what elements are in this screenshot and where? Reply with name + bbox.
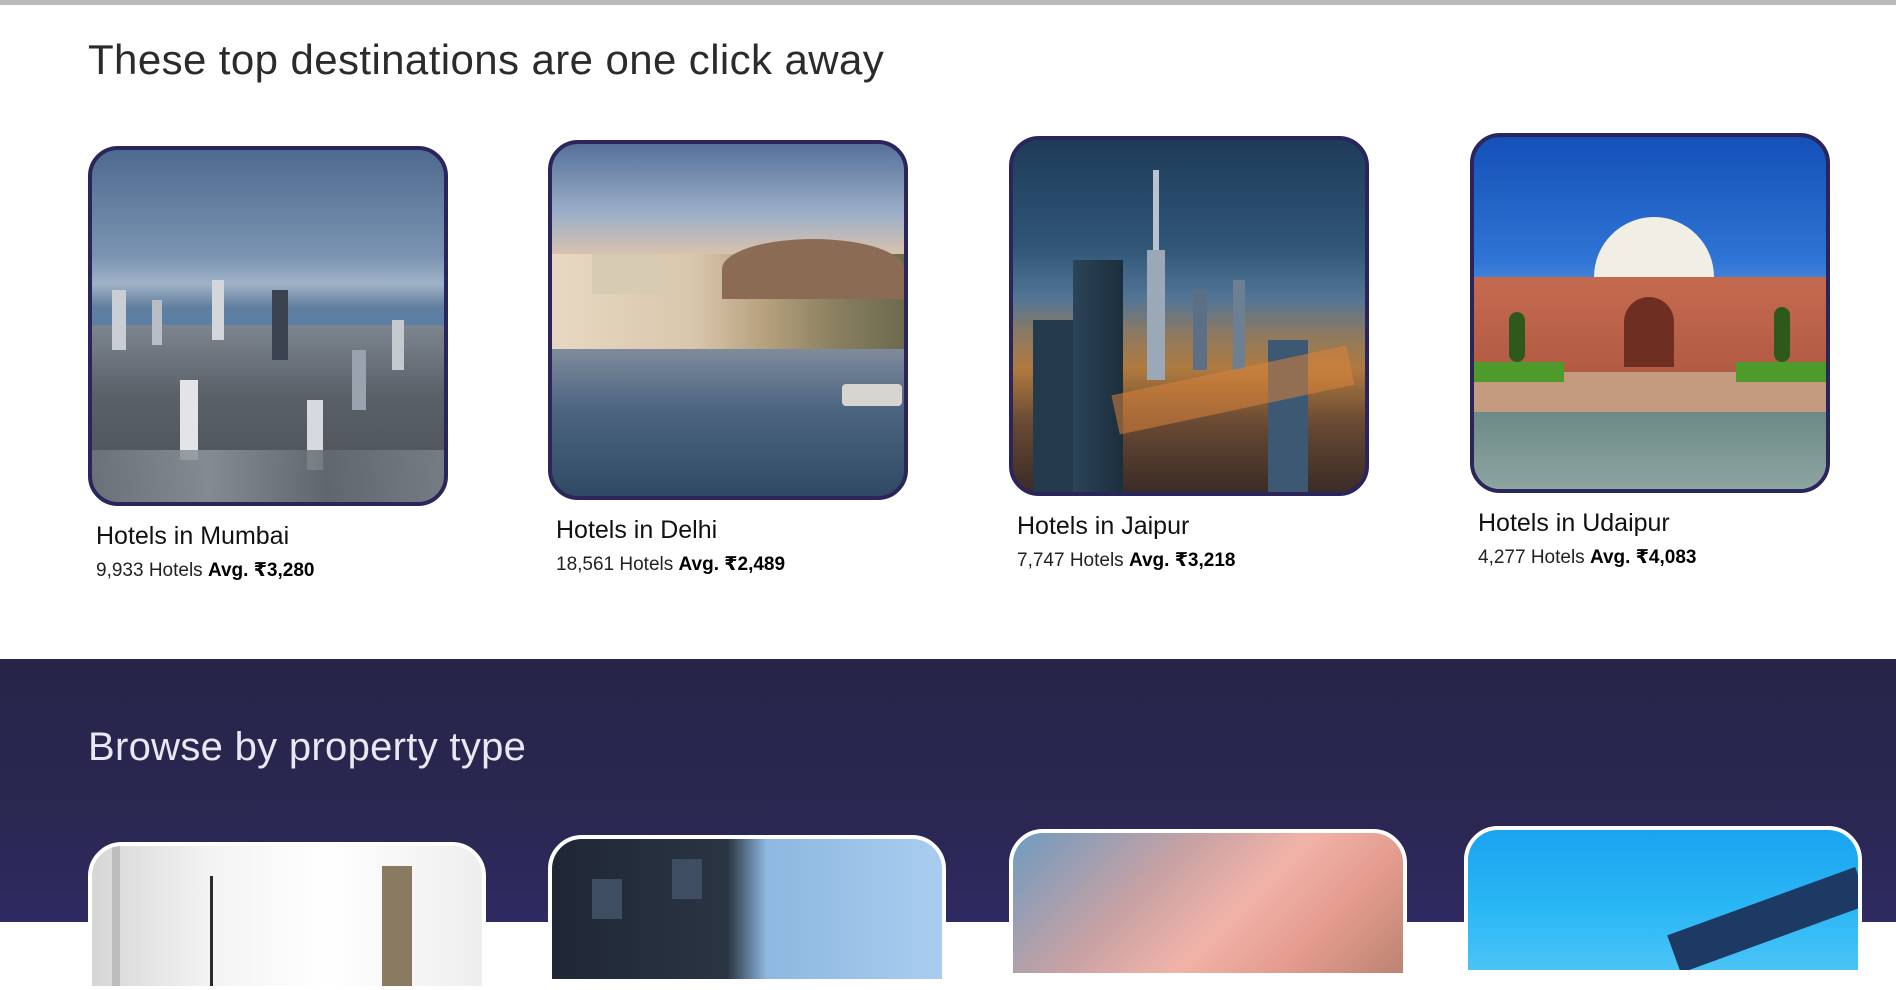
destination-meta: 4,277 Hotels Avg. ₹4,083: [1478, 546, 1830, 569]
destination-card-udaipur[interactable]: Hotels in Udaipur 4,277 Hotels Avg. ₹4,0…: [1470, 133, 1830, 569]
average-price: Avg. ₹2,489: [678, 554, 786, 575]
mumbai-skyline-image[interactable]: [88, 146, 448, 506]
destination-name[interactable]: Hotels in Mumbai: [96, 522, 448, 551]
property-card-room[interactable]: [88, 842, 486, 990]
property-card-blue-building[interactable]: [1464, 826, 1862, 974]
hotel-count: 18,561 Hotels: [556, 554, 674, 575]
destination-name[interactable]: Hotels in Delhi: [556, 516, 908, 545]
destination-meta: 9,933 Hotels Avg. ₹3,280: [96, 559, 448, 582]
property-type-section: Browse by property type: [0, 659, 1896, 990]
browser-top-edge: [0, 0, 1896, 5]
property-type-heading: Browse by property type: [88, 725, 527, 769]
destination-name[interactable]: Hotels in Jaipur: [1017, 512, 1369, 541]
destination-card-mumbai[interactable]: Hotels in Mumbai 9,933 Hotels Avg. ₹3,28…: [88, 146, 448, 582]
average-price: Avg. ₹4,083: [1589, 547, 1697, 568]
hotel-count: 4,277 Hotels: [1478, 547, 1585, 568]
destination-card-jaipur[interactable]: Hotels in Jaipur 7,747 Hotels Avg. ₹3,21…: [1009, 136, 1369, 572]
destination-card-delhi[interactable]: Hotels in Delhi 18,561 Hotels Avg. ₹2,48…: [548, 140, 908, 576]
property-card-building[interactable]: [548, 835, 946, 983]
average-price: Avg. ₹3,218: [1128, 550, 1236, 571]
property-card-sky[interactable]: [1009, 829, 1407, 977]
destination-name[interactable]: Hotels in Udaipur: [1478, 509, 1830, 538]
city-night-skyline-image[interactable]: [1009, 136, 1369, 496]
lake-palace-image[interactable]: [548, 140, 908, 500]
humayun-tomb-image[interactable]: [1470, 133, 1830, 493]
destinations-heading: These top destinations are one click awa…: [88, 36, 885, 83]
hotel-count: 7,747 Hotels: [1017, 550, 1124, 571]
average-price: Avg. ₹3,280: [207, 560, 315, 581]
destination-meta: 7,747 Hotels Avg. ₹3,218: [1017, 549, 1369, 572]
hotel-count: 9,933 Hotels: [96, 560, 203, 581]
destination-meta: 18,561 Hotels Avg. ₹2,489: [556, 553, 908, 576]
